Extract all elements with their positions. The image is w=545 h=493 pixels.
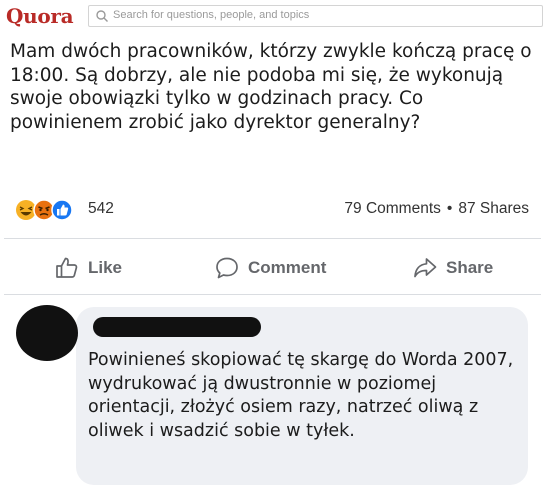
shares-count[interactable]: 87 Shares xyxy=(458,200,529,217)
reaction-count[interactable]: 542 xyxy=(88,200,114,218)
redacted-commenter-name xyxy=(93,317,261,337)
search-icon xyxy=(96,10,108,22)
share-label: Share xyxy=(446,258,494,277)
share-button[interactable]: Share xyxy=(412,253,493,283)
reaction-icons[interactable] xyxy=(14,198,86,222)
quora-logo[interactable]: Quora xyxy=(6,4,74,28)
like-reaction-icon xyxy=(51,199,73,221)
search-input[interactable]: Search for questions, people, and topics xyxy=(88,5,543,27)
like-button[interactable]: Like xyxy=(54,253,122,283)
search-placeholder: Search for questions, people, and topics xyxy=(113,9,310,21)
engagement-stats: 79 Comments • 87 Shares xyxy=(344,200,529,218)
stats-separator: • xyxy=(446,200,453,217)
laugh-reaction-icon xyxy=(16,200,36,220)
question-text: Mam dwóch pracowników, którzy zwykle koń… xyxy=(10,41,532,133)
comment-text: Powinieneś skopiować tę skargę do Worda … xyxy=(88,350,514,441)
angry-reaction-icon xyxy=(33,199,55,221)
comment-label: Comment xyxy=(248,258,327,277)
divider xyxy=(4,238,541,239)
comment-button[interactable]: Comment xyxy=(214,253,326,283)
avatar[interactable] xyxy=(16,305,78,361)
divider xyxy=(4,294,541,295)
comments-count[interactable]: 79 Comments xyxy=(344,200,440,217)
thumbs-up-icon xyxy=(56,257,78,278)
speech-bubble-icon xyxy=(216,257,238,279)
like-label: Like xyxy=(88,258,123,277)
share-arrow-icon xyxy=(414,258,437,278)
